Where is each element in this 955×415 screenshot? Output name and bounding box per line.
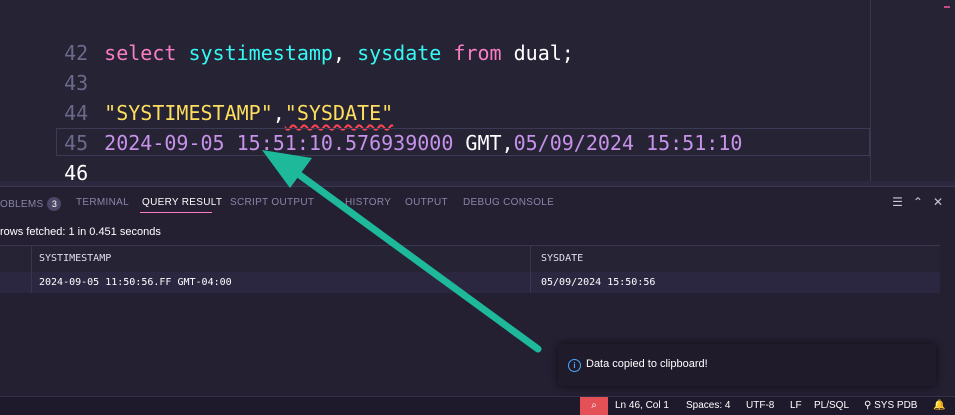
plug-icon: ⚲ — [864, 400, 874, 411]
tab-debug-console[interactable]: DEBUG CONSOLE — [463, 197, 554, 208]
code-line-45: 452024-09-05 15:51:10.576939000 GMT,05/0… — [0, 98, 870, 128]
tab-problems[interactable]: OBLEMS3 — [0, 197, 61, 211]
notification-message: Data copied to clipboard! — [586, 358, 708, 370]
problems-count-badge: 3 — [47, 197, 61, 211]
scrollbar-marker — [944, 6, 950, 8]
notification-toast[interactable]: i Data copied to clipboard! — [558, 344, 936, 386]
column-header-systimestamp[interactable]: SYSTIMESTAMP — [39, 248, 111, 270]
code-line-46[interactable]: 46 — [0, 128, 870, 158]
language-mode[interactable]: PL/SQL — [814, 400, 849, 411]
code-line-44: 44"SYSTIMESTAMP","SYSDATE" — [0, 68, 870, 98]
status-bar: ⌕ Ln 46, Col 1 Spaces: 4 UTF-8 LF PL/SQL… — [0, 396, 955, 415]
cell-sysdate[interactable]: 05/09/2024 15:50:56 — [541, 272, 655, 294]
notifications-bell-icon[interactable]: 🔔 — [933, 400, 945, 411]
connection-status[interactable]: ⚲ SYS PDB — [864, 400, 917, 411]
tab-query-result[interactable]: QUERY RESULT — [142, 197, 222, 208]
info-icon: i — [568, 359, 581, 372]
tab-output[interactable]: OUTPUT — [405, 197, 448, 208]
rows-fetched-status: rows fetched: 1 in 0.451 seconds — [0, 226, 161, 238]
encoding[interactable]: UTF-8 — [746, 400, 774, 411]
tab-terminal[interactable]: TERMINAL — [76, 197, 129, 208]
indentation[interactable]: Spaces: 4 — [686, 400, 730, 411]
line-ending[interactable]: LF — [790, 400, 802, 411]
code-editor[interactable]: 42select systimestamp, sysdate from dual… — [0, 0, 955, 186]
panel-tabs: OBLEMS3 TERMINAL QUERY RESULT SCRIPT OUT… — [0, 187, 955, 221]
maximize-panel-icon[interactable]: ⌃ — [913, 195, 923, 209]
column-header-sysdate[interactable]: SYSDATE — [541, 248, 583, 270]
code-line-43: 43 — [0, 38, 870, 68]
tab-script-output[interactable]: SCRIPT OUTPUT — [230, 197, 314, 208]
minimap-divider — [870, 0, 871, 186]
column-divider — [31, 246, 32, 293]
zoom-icon[interactable]: ⌕ — [580, 397, 608, 415]
cursor-position[interactable]: Ln 46, Col 1 — [615, 400, 669, 411]
tab-history[interactable]: HISTORY — [345, 197, 391, 208]
close-panel-icon[interactable]: ✕ — [933, 195, 943, 209]
active-tab-indicator — [140, 212, 212, 213]
grid-header — [0, 246, 940, 273]
cell-systimestamp[interactable]: 2024-09-05 11:50:56.FF GMT-04:00 — [39, 272, 232, 294]
clear-output-icon[interactable]: ☰ — [892, 195, 903, 209]
panel-actions: ☰ ⌃ ✕ — [882, 195, 943, 213]
result-grid: SYSTIMESTAMP SYSDATE 1 2024-09-05 11:50:… — [0, 245, 940, 293]
column-divider — [530, 246, 531, 293]
code-line-42: 42select systimestamp, sysdate from dual… — [0, 8, 870, 38]
